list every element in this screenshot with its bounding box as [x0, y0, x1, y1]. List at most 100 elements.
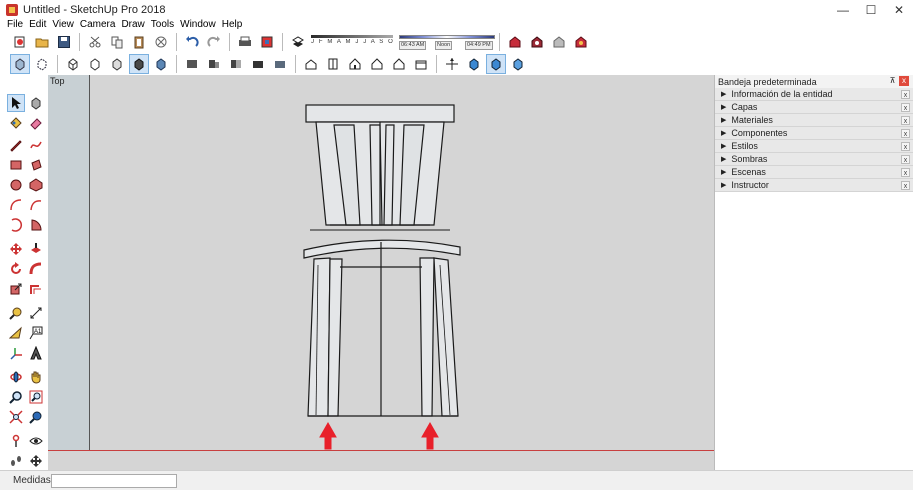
close-panel-button[interactable]: x — [901, 155, 910, 164]
menu-file[interactable]: File — [0, 19, 26, 31]
close-panel-button[interactable]: x — [901, 103, 910, 112]
menu-tools[interactable]: Tools — [148, 19, 177, 31]
close-panel-button[interactable]: x — [901, 129, 910, 138]
left-view-button[interactable] — [411, 54, 431, 74]
pin-tray-button[interactable]: ⊼ — [888, 76, 897, 86]
axes-button[interactable] — [442, 54, 462, 74]
look-around-tool[interactable] — [27, 432, 45, 450]
panel-instructor[interactable]: ▶ Instructor x — [715, 179, 913, 192]
xray-button[interactable] — [10, 54, 30, 74]
share-component-button[interactable] — [549, 32, 569, 52]
measurements-input[interactable] — [51, 473, 177, 488]
back-edges-button[interactable] — [32, 54, 52, 74]
section-display-toggle-button[interactable] — [270, 54, 290, 74]
monochrome-button[interactable] — [151, 54, 171, 74]
menu-help[interactable]: Help — [219, 19, 246, 31]
time-slider[interactable]: 06:43 AM Noon 04:49 PM — [399, 34, 495, 50]
delete-button[interactable] — [151, 32, 171, 52]
zoom-extents-tool[interactable] — [7, 408, 25, 426]
look-around-button[interactable] — [508, 54, 528, 74]
hidden-line-button[interactable] — [85, 54, 105, 74]
undo-button[interactable] — [182, 32, 202, 52]
close-panel-button[interactable]: x — [901, 116, 910, 125]
display-section-button[interactable] — [204, 54, 224, 74]
panel-shadows[interactable]: ▶ Sombras x — [715, 153, 913, 166]
close-panel-button[interactable]: x — [901, 168, 910, 177]
shaded-button[interactable] — [107, 54, 127, 74]
select-tool[interactable] — [7, 94, 25, 112]
make-component-tool[interactable] — [27, 94, 45, 112]
three-point-arc-tool[interactable] — [7, 216, 25, 234]
position-camera-tool[interactable] — [7, 432, 25, 450]
new-file-button[interactable] — [10, 32, 30, 52]
eraser-tool[interactable] — [27, 114, 45, 132]
shadows-toggle-button[interactable] — [288, 32, 308, 52]
back-view-button[interactable] — [389, 54, 409, 74]
close-tray-button[interactable]: x — [899, 76, 909, 86]
paste-button[interactable] — [129, 32, 149, 52]
model-info-button[interactable] — [257, 32, 277, 52]
copy-button[interactable] — [107, 32, 127, 52]
orbit-tool[interactable] — [7, 368, 25, 386]
modeling-viewport[interactable]: Top — [48, 75, 714, 470]
month-slider[interactable]: J F M A M J J A S O N D — [311, 34, 393, 50]
panel-layers[interactable]: ▶ Capas x — [715, 101, 913, 114]
panel-materials[interactable]: ▶ Materiales x — [715, 114, 913, 127]
extension-warehouse-button[interactable] — [571, 32, 591, 52]
freehand-tool[interactable] — [27, 136, 45, 154]
menu-draw[interactable]: Draw — [118, 19, 147, 31]
tape-measure-tool[interactable] — [7, 304, 25, 322]
print-button[interactable] — [235, 32, 255, 52]
warehouse-button[interactable] — [505, 32, 525, 52]
two-point-arc-tool[interactable] — [27, 196, 45, 214]
section-cuts-button[interactable] — [226, 54, 246, 74]
section-plane-tool[interactable] — [27, 452, 45, 470]
redo-button[interactable] — [204, 32, 224, 52]
3d-text-tool[interactable] — [27, 344, 45, 362]
close-button[interactable]: ✕ — [885, 0, 913, 20]
maximize-button[interactable]: ☐ — [857, 0, 885, 20]
close-panel-button[interactable]: x — [901, 181, 910, 190]
section-fill-button[interactable] — [248, 54, 268, 74]
polygon-tool[interactable] — [27, 176, 45, 194]
walk-button[interactable] — [486, 54, 506, 74]
chair-model[interactable] — [48, 75, 714, 470]
scale-tool[interactable] — [7, 280, 25, 298]
previous-view-tool[interactable] — [27, 408, 45, 426]
pie-tool[interactable] — [27, 216, 45, 234]
zoom-tool[interactable] — [7, 388, 25, 406]
menu-view[interactable]: View — [49, 19, 77, 31]
shaded-textures-button[interactable] — [129, 54, 149, 74]
follow-me-tool[interactable] — [27, 260, 45, 278]
menu-camera[interactable]: Camera — [77, 19, 119, 31]
text-tool[interactable]: A1 — [27, 324, 45, 342]
move-tool[interactable] — [7, 240, 25, 258]
iso-view-button[interactable] — [301, 54, 321, 74]
open-file-button[interactable] — [32, 32, 52, 52]
line-tool[interactable] — [7, 136, 25, 154]
arc-tool[interactable] — [7, 196, 25, 214]
rotated-rectangle-tool[interactable] — [27, 156, 45, 174]
circle-tool[interactable] — [7, 176, 25, 194]
protractor-tool[interactable] — [7, 324, 25, 342]
pan-tool[interactable] — [27, 368, 45, 386]
cut-button[interactable] — [85, 32, 105, 52]
paint-bucket-tool[interactable] — [7, 114, 25, 132]
menu-window[interactable]: Window — [177, 19, 219, 31]
offset-tool[interactable] — [27, 280, 45, 298]
zoom-window-tool[interactable] — [27, 388, 45, 406]
close-panel-button[interactable]: x — [901, 90, 910, 99]
panel-components[interactable]: ▶ Componentes x — [715, 127, 913, 140]
position-camera-button[interactable] — [464, 54, 484, 74]
panel-styles[interactable]: ▶ Estilos x — [715, 140, 913, 153]
axes-tool[interactable] — [7, 344, 25, 362]
right-view-button[interactable] — [367, 54, 387, 74]
minimize-button[interactable]: — — [829, 0, 857, 20]
push-pull-tool[interactable] — [27, 240, 45, 258]
section-plane-button[interactable] — [182, 54, 202, 74]
menu-edit[interactable]: Edit — [26, 19, 49, 31]
panel-scenes[interactable]: ▶ Escenas x — [715, 166, 913, 179]
top-view-button[interactable] — [323, 54, 343, 74]
save-button[interactable] — [54, 32, 74, 52]
dimension-tool[interactable] — [27, 304, 45, 322]
